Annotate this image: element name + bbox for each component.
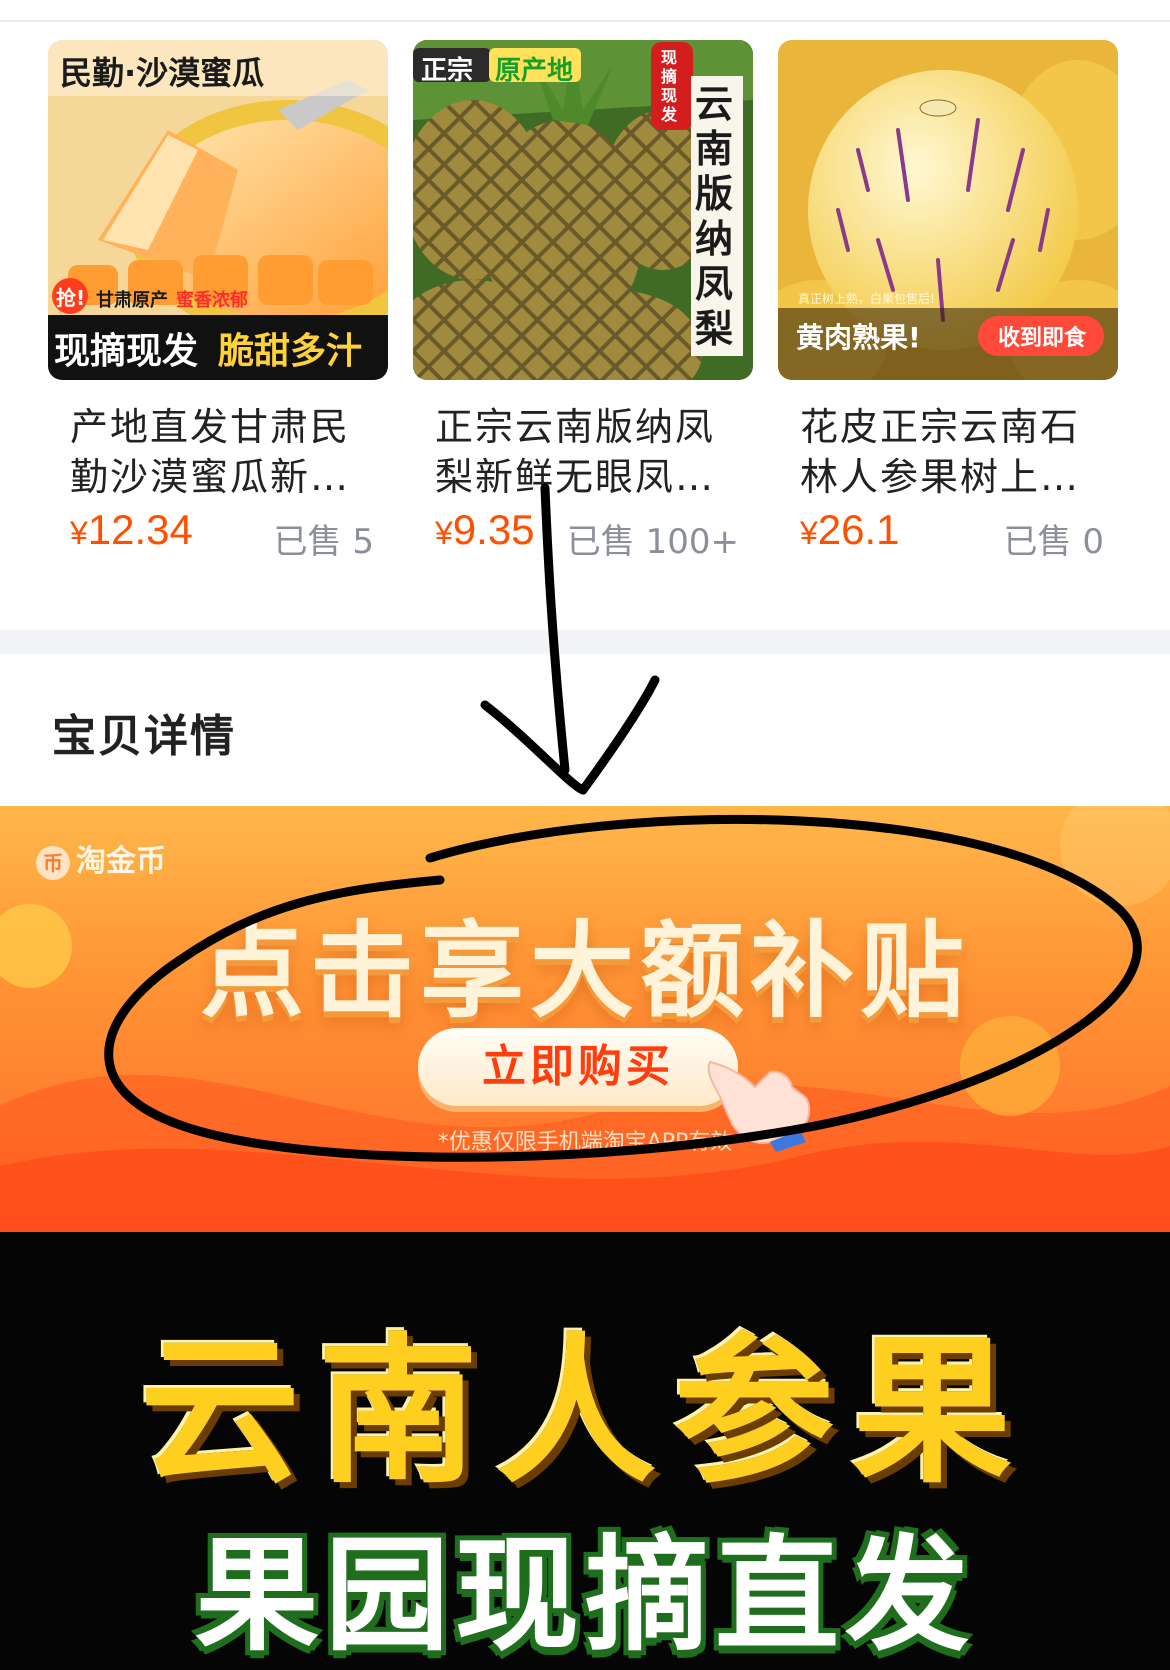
melon-image-origin-tag: 甘肃原产 [96, 290, 168, 311]
poster-title: 云南人参果 [139, 1318, 1030, 1505]
pineapple-image-vertical-title: 云南版纳凤梨 [695, 82, 734, 351]
sold-count: 已售 0 [1003, 522, 1104, 562]
coin-icon: 币 [36, 845, 70, 880]
sold-count: 已售 100+ [566, 522, 739, 562]
annotation-arrow-shaft [540, 483, 570, 775]
product-price: ¥26.1 [800, 506, 900, 554]
melon-image-badge: 抢! [56, 286, 86, 310]
pineapple-image-authentic-tag: 正宗 [421, 56, 474, 86]
product-name[interactable]: 产地直发甘肃民勤沙漠蜜瓜新… [70, 402, 370, 502]
pineapple-image-badge: 现摘现发 [661, 48, 678, 124]
poster-subtitle: 果园现摘直发 [194, 1524, 975, 1668]
buy-now-button[interactable]: 立即购买 [418, 1028, 738, 1106]
currency-symbol: ¥ [435, 515, 453, 551]
price-value: 9.35 [452, 506, 535, 553]
melon-image-slogan-right: 脆甜多汁 [218, 331, 363, 372]
product-price: ¥9.35 [435, 506, 535, 554]
product-image-pineapple[interactable]: 正宗 原产地 现摘现发 云南版纳凤梨 [413, 40, 753, 380]
pepino-image-ready-tag: 收到即食 [997, 326, 1086, 351]
melon-image-title: 民勤·沙漠蜜瓜 [60, 54, 265, 92]
product-name[interactable]: 花皮正宗云南石林人参果树上… [800, 402, 1100, 502]
banner-headline: 点击享大额补贴 [199, 910, 970, 1032]
section-divider [0, 630, 1170, 654]
product-price: ¥12.34 [70, 506, 193, 554]
top-divider [0, 20, 1170, 22]
details-section-title: 宝贝详情 [52, 711, 236, 762]
price-value: 12.34 [87, 506, 193, 553]
product-detail-poster: 云南人参果 果园现摘直发 [0, 1232, 1170, 1670]
product-name[interactable]: 正宗云南版纳凤梨新鲜无眼凤… [435, 402, 735, 502]
annotation-arrow-head [480, 675, 660, 795]
product-image-melon[interactable]: 民勤·沙漠蜜瓜 抢! 甘肃原产 蜜香浓郁 现摘现发 脆甜多汁 [48, 40, 388, 380]
sold-count: 已售 5 [273, 522, 374, 562]
pepino-image-ripe-tag: 黄肉熟果! [796, 321, 921, 354]
currency-symbol: ¥ [70, 515, 88, 551]
banner-disclaimer: *优惠仅限手机端淘宝APP有效 [437, 1130, 733, 1155]
price-value: 26.1 [817, 506, 900, 553]
taojinbi-label: 币淘金币 [36, 836, 166, 880]
taojinbi-text: 淘金币 [76, 844, 166, 879]
melon-image-flavor-tag: 蜜香浓郁 [176, 290, 248, 311]
subsidy-banner[interactable]: 币淘金币 点击享大额补贴 立即购买 *优惠仅限手机端淘宝APP有效 [0, 806, 1170, 1232]
pineapple-image-origin-tag: 原产地 [495, 56, 574, 86]
pepino-image-small-note: 真正树上熟，白果包售后! [798, 292, 935, 306]
currency-symbol: ¥ [800, 515, 818, 551]
melon-image-slogan-left: 现摘现发 [54, 331, 199, 372]
product-image-pepino[interactable]: 真正树上熟，白果包售后! 黄肉熟果! 收到即食 [778, 40, 1118, 380]
